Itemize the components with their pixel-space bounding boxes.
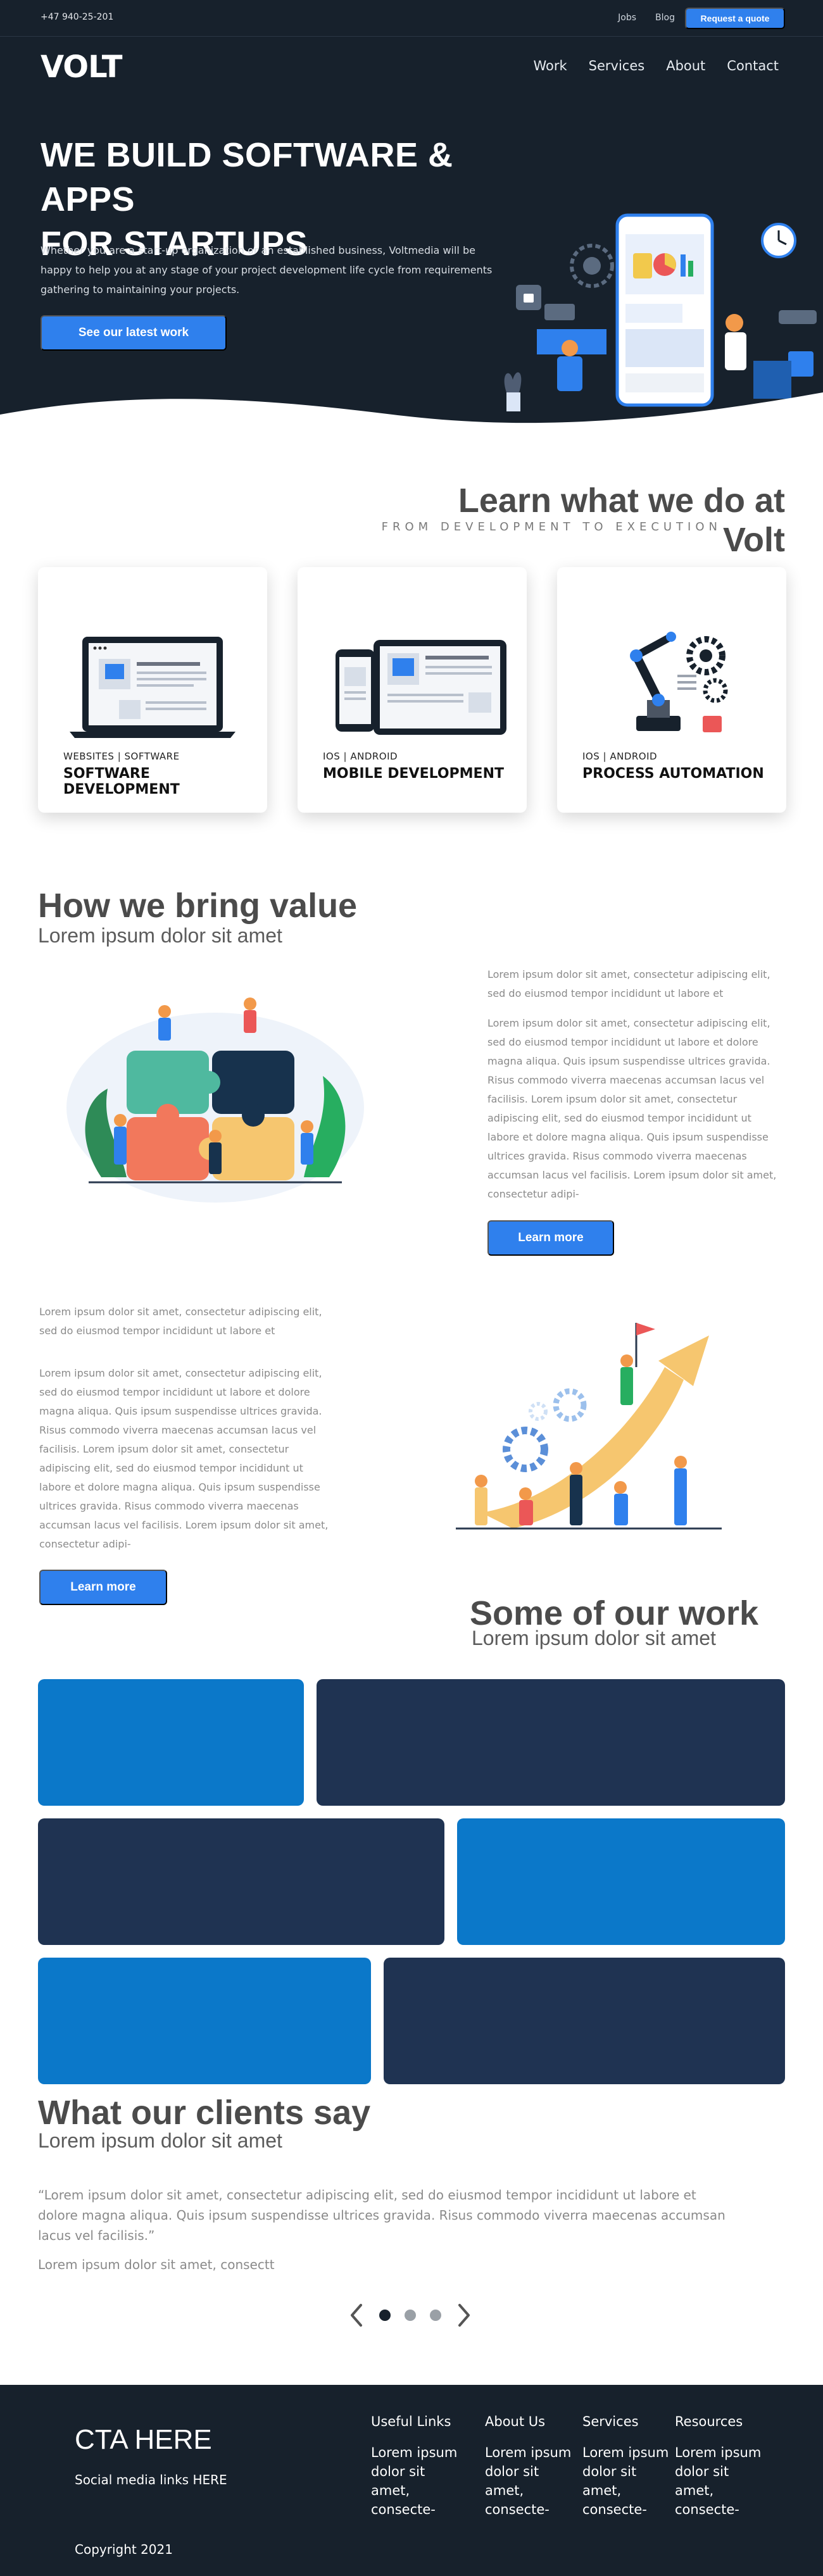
carousel-dot-1[interactable] xyxy=(379,2310,391,2321)
nav-item-services[interactable]: Services xyxy=(589,58,645,73)
mobile-tablet-icon xyxy=(336,640,506,735)
copyright: Copyright 2021 xyxy=(75,2542,173,2557)
footer-cta[interactable]: CTA HERE xyxy=(75,2424,212,2456)
hero-title-line1: WE BUILD SOFTWARE & APPS xyxy=(41,136,453,218)
work-tile-5[interactable] xyxy=(38,1958,371,2084)
card-title: MOBILE DEVELOPMENT xyxy=(323,766,504,782)
value-title: How we bring value xyxy=(38,887,358,925)
footer-col-body[interactable]: Lorem ipsum dolor sit amet, consecte- xyxy=(582,2443,671,2519)
robot-arm-icon xyxy=(630,632,728,732)
team-success-illustration xyxy=(456,1323,722,1530)
card-category: IOS | ANDROID xyxy=(582,751,658,762)
footer-col-heading: About Us xyxy=(485,2414,546,2429)
laptop-icon xyxy=(70,637,236,738)
value-block1-body: Lorem ipsum dolor sit amet, consectetur … xyxy=(487,1017,777,1200)
footer-col-heading: Useful Links xyxy=(371,2414,451,2429)
footer-col-heading: Resources xyxy=(675,2414,743,2429)
footer-col-body[interactable]: Lorem ipsum dolor sit amet, consecte- xyxy=(371,2443,460,2519)
footer-col-about-us: About Us Lorem ipsum dolor sit amet, con… xyxy=(485,2414,574,2519)
social-links[interactable]: Social media links HERE xyxy=(75,2472,227,2487)
jobs-link[interactable]: Jobs xyxy=(618,13,636,23)
volt-logo[interactable]: VOLT xyxy=(41,49,122,85)
request-quote-button[interactable]: Request a quote xyxy=(685,8,785,29)
footer-col-services: Services Lorem ipsum dolor sit amet, con… xyxy=(582,2414,671,2519)
card-title: SOFTWARE DEVELOPMENT xyxy=(63,766,180,797)
teamwork-puzzle-illustration xyxy=(66,997,364,1203)
see-latest-work-button[interactable]: See our latest work xyxy=(41,315,227,351)
testimonials-title: What our clients say xyxy=(38,2094,371,2132)
service-card-software[interactable]: WEBSITES | SOFTWARE SOFTWARE DEVELOPMENT xyxy=(38,567,267,813)
top-bar: +47 940-25-201 Jobs Blog Request a quote xyxy=(0,0,823,37)
testimonial-carousel xyxy=(347,2301,474,2329)
hero-wave-divider xyxy=(0,392,823,437)
work-tile-1[interactable] xyxy=(38,1679,304,1806)
service-card-mobile[interactable]: IOS | ANDROID MOBILE DEVELOPMENT xyxy=(298,567,527,813)
card-category: IOS | ANDROID xyxy=(323,751,398,762)
work-tile-3[interactable] xyxy=(38,1818,444,1945)
footer-col-resources: Resources Lorem ipsum dolor sit amet, co… xyxy=(675,2414,763,2519)
carousel-dot-2[interactable] xyxy=(405,2310,416,2321)
value-subtitle: Lorem ipsum dolor sit amet xyxy=(38,924,282,947)
testimonials-subtitle: Lorem ipsum dolor sit amet xyxy=(38,2129,282,2152)
nav-item-contact[interactable]: Contact xyxy=(727,58,779,73)
footer-col-body[interactable]: Lorem ipsum dolor sit amet, consecte- xyxy=(675,2443,763,2519)
footer-col-heading: Services xyxy=(582,2414,639,2429)
learn-more-button-2[interactable]: Learn more xyxy=(39,1570,167,1605)
hero-section: +47 940-25-201 Jobs Blog Request a quote… xyxy=(0,0,823,437)
service-card-automation[interactable]: IOS | ANDROID PROCESS AUTOMATION xyxy=(557,567,786,813)
work-tile-2[interactable] xyxy=(317,1679,785,1806)
card-category: WEBSITES | SOFTWARE xyxy=(63,751,180,762)
footer-col-useful-links: Useful Links Lorem ipsum dolor sit amet,… xyxy=(371,2414,460,2519)
value-block1-lead: Lorem ipsum dolor sit amet, consectetur … xyxy=(487,968,770,999)
services-subtitle: FROM DEVELOPMENT TO EXECUTION xyxy=(381,520,722,534)
phone-number: +47 940-25-201 xyxy=(41,12,114,22)
work-subtitle: Lorem ipsum dolor sit amet xyxy=(472,1627,716,1649)
testimonial-author: Lorem ipsum dolor sit amet, consectt xyxy=(38,2257,275,2272)
value-block2-body: Lorem ipsum dolor sit amet, consectetur … xyxy=(39,1367,329,1550)
main-nav: Work Services About Contact xyxy=(533,58,779,73)
footer-col-body[interactable]: Lorem ipsum dolor sit amet, consecte- xyxy=(485,2443,574,2519)
nav-item-work[interactable]: Work xyxy=(533,58,567,73)
work-tile-4[interactable] xyxy=(457,1818,785,1945)
card-title: PROCESS AUTOMATION xyxy=(582,766,764,782)
learn-more-button-1[interactable]: Learn more xyxy=(487,1220,614,1256)
value-block2-lead: Lorem ipsum dolor sit amet, consectetur … xyxy=(39,1306,322,1337)
nav-item-about[interactable]: About xyxy=(666,58,705,73)
testimonial-quote: “Lorem ipsum dolor sit amet, consectetur… xyxy=(38,2187,726,2243)
hero-description: Whether you are a start-up organization … xyxy=(41,244,493,296)
chevron-right-icon[interactable] xyxy=(458,2304,470,2327)
carousel-dot-3[interactable] xyxy=(430,2310,441,2321)
chevron-left-icon[interactable] xyxy=(351,2304,362,2327)
footer: CTA HERE Social media links HERE Copyrig… xyxy=(0,2385,823,2576)
work-tile-6[interactable] xyxy=(384,1958,785,2084)
blog-link[interactable]: Blog xyxy=(655,13,675,23)
top-links: Jobs Blog xyxy=(618,13,675,23)
